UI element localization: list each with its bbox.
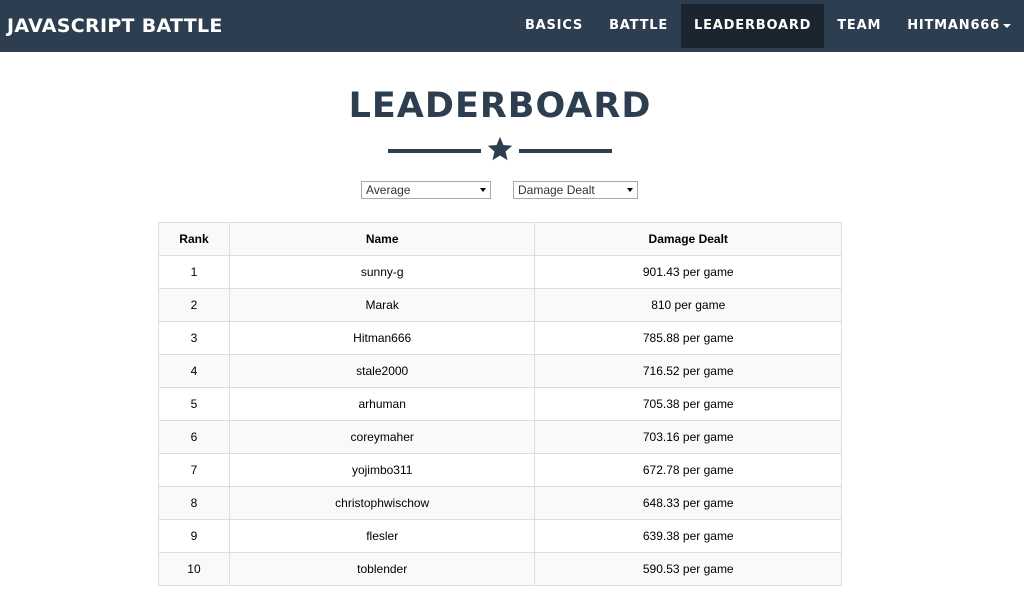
name-cell: arhuman [228, 387, 536, 421]
rank-cell: 5 [158, 387, 230, 421]
nav-item-leaderboard[interactable]: LEADERBOARD [681, 4, 825, 48]
value-cell: 901.43 per game [534, 255, 842, 289]
header-damage-dealt: Damage Dealt [534, 222, 842, 256]
name-cell: Marak [228, 288, 536, 322]
rank-cell: 8 [158, 486, 230, 520]
dropdown-arrow-icon [480, 188, 486, 192]
value-cell: 648.33 per game [534, 486, 842, 520]
table-row: 1 sunny-g 901.43 per game [158, 255, 842, 289]
user-menu-label: HITMAN666 [907, 18, 1000, 33]
table-row: 9 flesler 639.38 per game [158, 519, 842, 553]
name-cell: toblender [228, 552, 536, 586]
page-title: LEADERBOARD [348, 86, 652, 126]
brand-logo-text[interactable]: JAVASCRIPT BATTLE [7, 0, 223, 52]
value-cell: 705.38 per game [534, 387, 842, 421]
rank-cell: 2 [158, 288, 230, 322]
name-cell: Hitman666 [228, 321, 536, 355]
table-row: 7 yojimbo311 672.78 per game [158, 453, 842, 487]
name-cell: christophwischow [228, 486, 536, 520]
period-select[interactable]: Average [361, 181, 491, 199]
period-select-value: Average [366, 183, 411, 197]
table-header-row: Rank Name Damage Dealt [158, 222, 842, 256]
value-cell: 703.16 per game [534, 420, 842, 454]
value-cell: 639.38 per game [534, 519, 842, 553]
value-cell: 810 per game [534, 288, 842, 322]
table-row: 2 Marak 810 per game [158, 288, 842, 322]
table-row: 3 Hitman666 785.88 per game [158, 321, 842, 355]
user-menu-dropdown[interactable]: HITMAN666 [894, 4, 1024, 48]
nav-item-team[interactable]: TEAM [824, 4, 894, 48]
nav-menu: BASICS BATTLE LEADERBOARD TEAM HITMAN666 [512, 4, 1024, 48]
table-row: 5 arhuman 705.38 per game [158, 387, 842, 421]
divider-line-right [519, 149, 612, 153]
dropdown-arrow-icon [627, 188, 633, 192]
header-name: Name [228, 222, 536, 256]
top-navbar: JAVASCRIPT BATTLE BASICS BATTLE LEADERBO… [0, 0, 1024, 52]
name-cell: coreymaher [228, 420, 536, 454]
star-icon [487, 136, 513, 161]
rank-cell: 1 [158, 255, 230, 289]
rank-cell: 6 [158, 420, 230, 454]
leaderboard-table: Rank Name Damage Dealt 1 sunny-g 901.43 … [158, 222, 842, 586]
value-cell: 716.52 per game [534, 354, 842, 388]
name-cell: yojimbo311 [228, 453, 536, 487]
header-rank: Rank [158, 222, 230, 256]
value-cell: 672.78 per game [534, 453, 842, 487]
stat-select[interactable]: Damage Dealt [513, 181, 638, 199]
name-cell: flesler [228, 519, 536, 553]
rank-cell: 10 [158, 552, 230, 586]
name-cell: sunny-g [228, 255, 536, 289]
value-cell: 590.53 per game [534, 552, 842, 586]
value-cell: 785.88 per game [534, 321, 842, 355]
nav-item-basics[interactable]: BASICS [512, 4, 596, 48]
title-divider [388, 136, 612, 164]
table-row: 6 coreymaher 703.16 per game [158, 420, 842, 454]
table-row: 4 stale2000 716.52 per game [158, 354, 842, 388]
rank-cell: 9 [158, 519, 230, 553]
table-row: 10 toblender 590.53 per game [158, 552, 842, 586]
rank-cell: 4 [158, 354, 230, 388]
table-row: 8 christophwischow 648.33 per game [158, 486, 842, 520]
rank-cell: 7 [158, 453, 230, 487]
nav-item-battle[interactable]: BATTLE [596, 4, 681, 48]
stat-select-value: Damage Dealt [518, 183, 595, 197]
name-cell: stale2000 [228, 354, 536, 388]
rank-cell: 3 [158, 321, 230, 355]
divider-line-left [388, 149, 481, 153]
caret-down-icon [1003, 23, 1011, 28]
